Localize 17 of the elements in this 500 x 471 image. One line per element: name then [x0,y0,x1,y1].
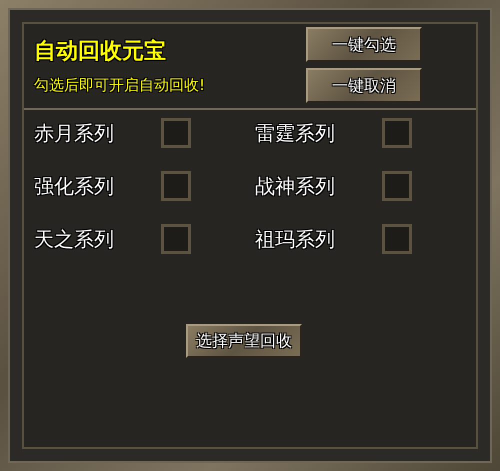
panel-title: 自动回收元宝 [34,38,167,66]
hint-text: 勾选后即可开启自动回收! [34,75,206,96]
series-checkbox[interactable] [161,118,191,148]
series-label: 天之系列 [34,226,115,253]
action-button[interactable]: 一键勾选 [306,27,422,62]
action-button[interactable]: 一键取消 [306,68,422,103]
series-label: 战神系列 [255,173,336,200]
series-checkbox[interactable] [382,171,412,201]
reputation-recycle-button[interactable]: 选择声望回收 [186,324,302,358]
series-label: 赤月系列 [34,120,115,147]
series-checkbox[interactable] [161,224,191,254]
series-checkbox[interactable] [161,171,191,201]
series-label: 强化系列 [34,173,115,200]
series-checkbox[interactable] [382,224,412,254]
series-checkbox[interactable] [382,118,412,148]
series-label: 雷霆系列 [255,120,336,147]
series-label: 祖玛系列 [255,226,336,253]
